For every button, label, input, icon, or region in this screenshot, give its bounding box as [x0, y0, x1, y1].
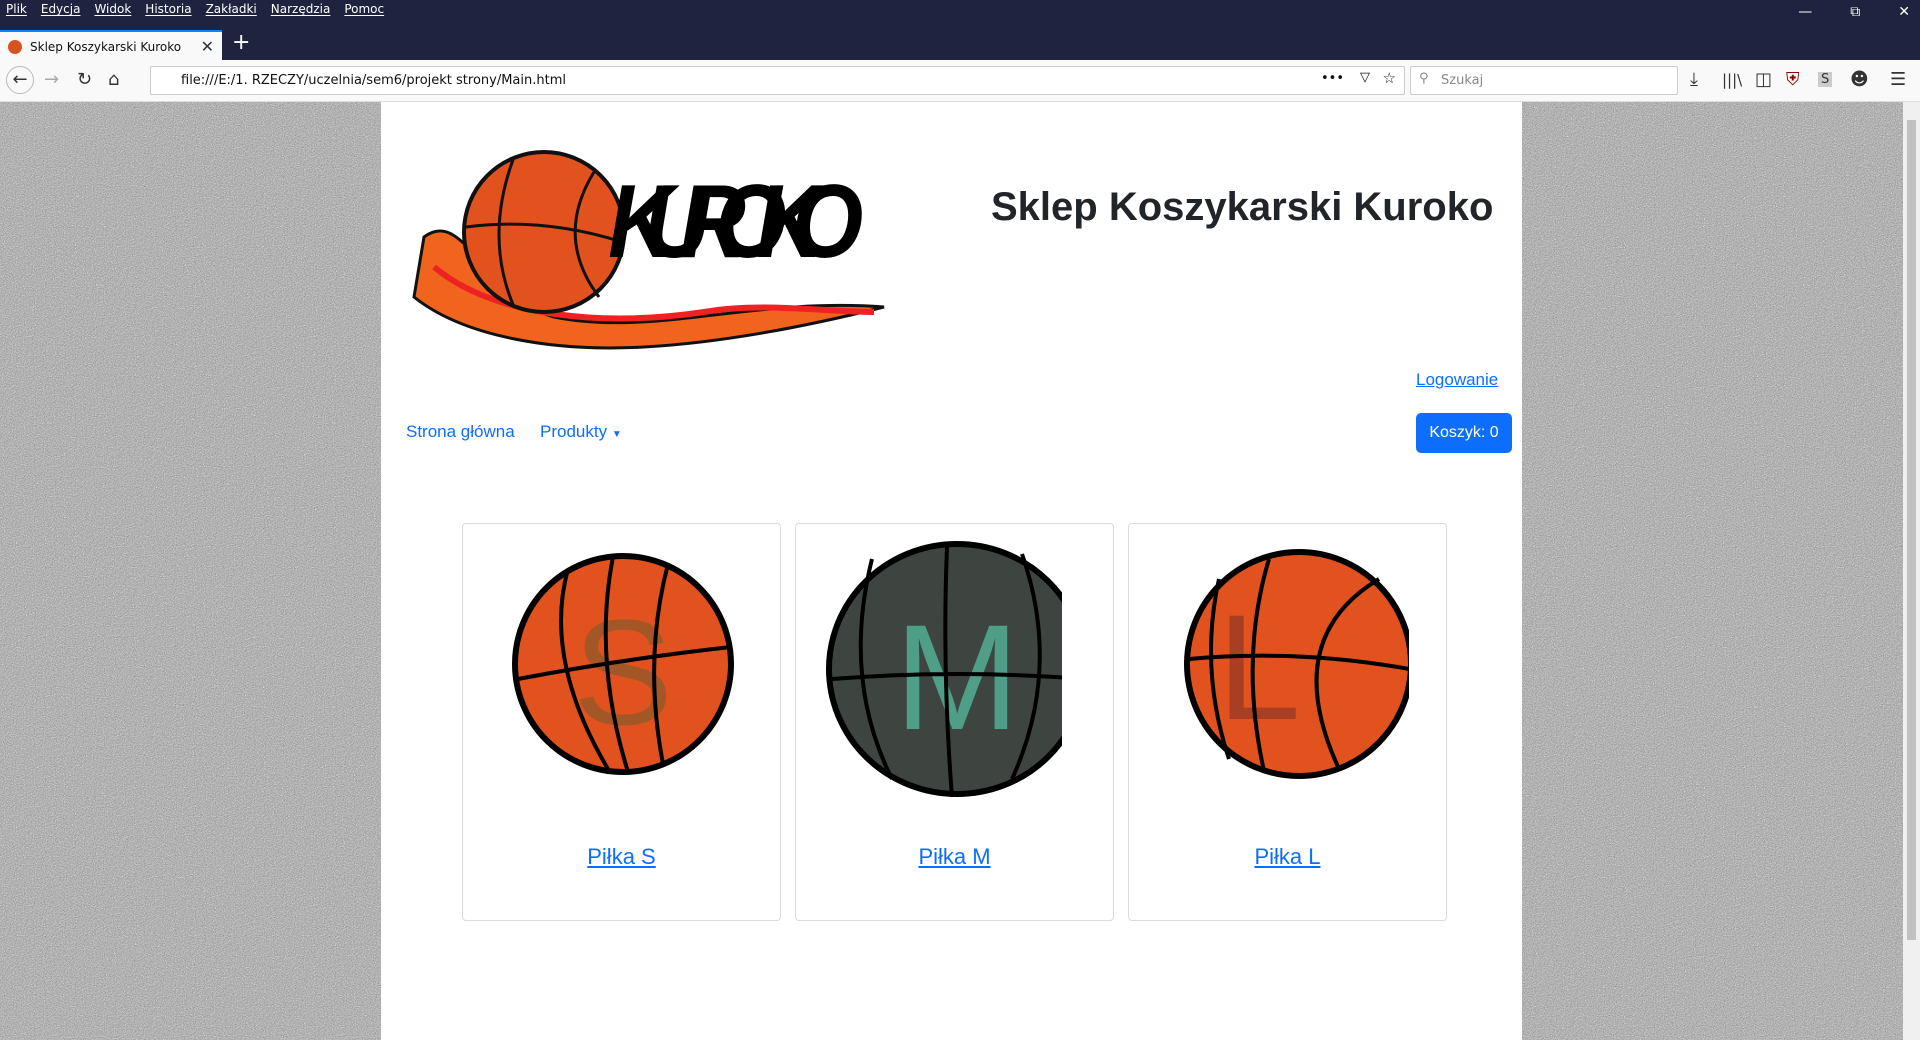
menu-bar: Plik Edycja Widok Historia Zakładki Narz… [6, 2, 384, 16]
page-container: KUROKO Sklep Koszykarski Kuroko Logowani… [381, 102, 1522, 1040]
forward-icon[interactable]: → [44, 69, 59, 90]
ball-s-image: S [512, 553, 734, 775]
address-bar[interactable]: file:///E:/1. RZECZY/uczelnia/sem6/proje… [150, 66, 1405, 95]
restore-icon[interactable]: ⧉ [1850, 4, 1860, 20]
pocket-icon[interactable]: ▽ [1360, 70, 1370, 85]
menu-widok[interactable]: Widok [94, 2, 131, 16]
download-icon[interactable]: ⤓ [1690, 69, 1698, 90]
extension-s-icon[interactable]: S [1818, 72, 1833, 87]
product-card: M Piłka M [795, 523, 1114, 921]
menu-zakladki[interactable]: Zakładki [206, 2, 257, 16]
cart-button[interactable]: Koszyk: 0 [1416, 413, 1512, 453]
new-tab-icon[interactable]: + [232, 30, 250, 55]
close-tab-icon[interactable]: ✕ [201, 37, 214, 56]
search-icon: ⚲ [1419, 71, 1429, 86]
product-card: S Piłka S [462, 523, 781, 921]
close-window-icon[interactable]: ✕ [1898, 4, 1910, 20]
url-text: file:///E:/1. RZECZY/uczelnia/sem6/proje… [181, 73, 566, 88]
library-icon[interactable]: |||\ [1722, 71, 1742, 89]
reload-icon[interactable]: ↻ [77, 69, 92, 90]
login-link[interactable]: Logowanie [1416, 370, 1498, 390]
nav-products-label: Produkty [540, 422, 608, 441]
product-card: L Piłka L [1128, 523, 1447, 921]
minimize-icon[interactable]: — [1798, 4, 1812, 20]
menu-plik[interactable]: Plik [6, 2, 27, 16]
scrollbar-thumb[interactable] [1907, 120, 1916, 940]
home-icon[interactable]: ⌂ [108, 69, 119, 90]
product-link-s[interactable]: Piłka S [463, 844, 780, 870]
menu-edycja[interactable]: Edycja [41, 2, 81, 16]
nav-products-dropdown[interactable]: Produkty ▼ [540, 422, 622, 442]
sidebar-icon[interactable]: ◫ [1755, 69, 1772, 90]
title-bar: Plik Edycja Widok Historia Zakładki Narz… [0, 0, 1920, 61]
basketball-favicon-icon [8, 39, 22, 54]
ball-l-image: L [1184, 549, 1409, 779]
svg-text:KUROKO: KUROKO [608, 163, 863, 280]
back-icon[interactable]: ← [6, 66, 34, 94]
navigation-toolbar: ← → ↻ ⌂ file:///E:/1. RZECZY/uczelnia/se… [0, 61, 1920, 102]
menu-hamburger-icon[interactable]: ☰ [1890, 69, 1906, 90]
product-link-m[interactable]: Piłka M [796, 844, 1113, 870]
browser-tab[interactable]: Sklep Koszykarski Kuroko ✕ [0, 30, 222, 61]
tab-title: Sklep Koszykarski Kuroko [30, 39, 182, 54]
kuroko-logo: KUROKO [412, 150, 885, 350]
bookmark-star-icon[interactable]: ☆ [1383, 69, 1396, 87]
menu-narzedzia[interactable]: Narzędzia [271, 2, 331, 16]
nav-home-link[interactable]: Strona główna [406, 422, 515, 442]
svg-text:M: M [895, 593, 1020, 761]
menu-historia[interactable]: Historia [145, 2, 191, 16]
product-link-l[interactable]: Piłka L [1129, 844, 1446, 870]
caret-down-icon: ▼ [611, 429, 622, 440]
search-input[interactable]: ⚲ Szukaj [1410, 66, 1678, 95]
more-icon[interactable]: ••• [1321, 71, 1344, 86]
search-placeholder: Szukaj [1441, 73, 1484, 88]
page-title: Sklep Koszykarski Kuroko [991, 185, 1494, 229]
page-scrollbar[interactable] [1903, 102, 1920, 1040]
menu-pomoc[interactable]: Pomoc [344, 2, 384, 16]
account-icon[interactable]: ☻ [1850, 69, 1869, 90]
ublock-icon[interactable]: ⛨ [1786, 69, 1800, 90]
ball-m-image: M [826, 541, 1062, 798]
